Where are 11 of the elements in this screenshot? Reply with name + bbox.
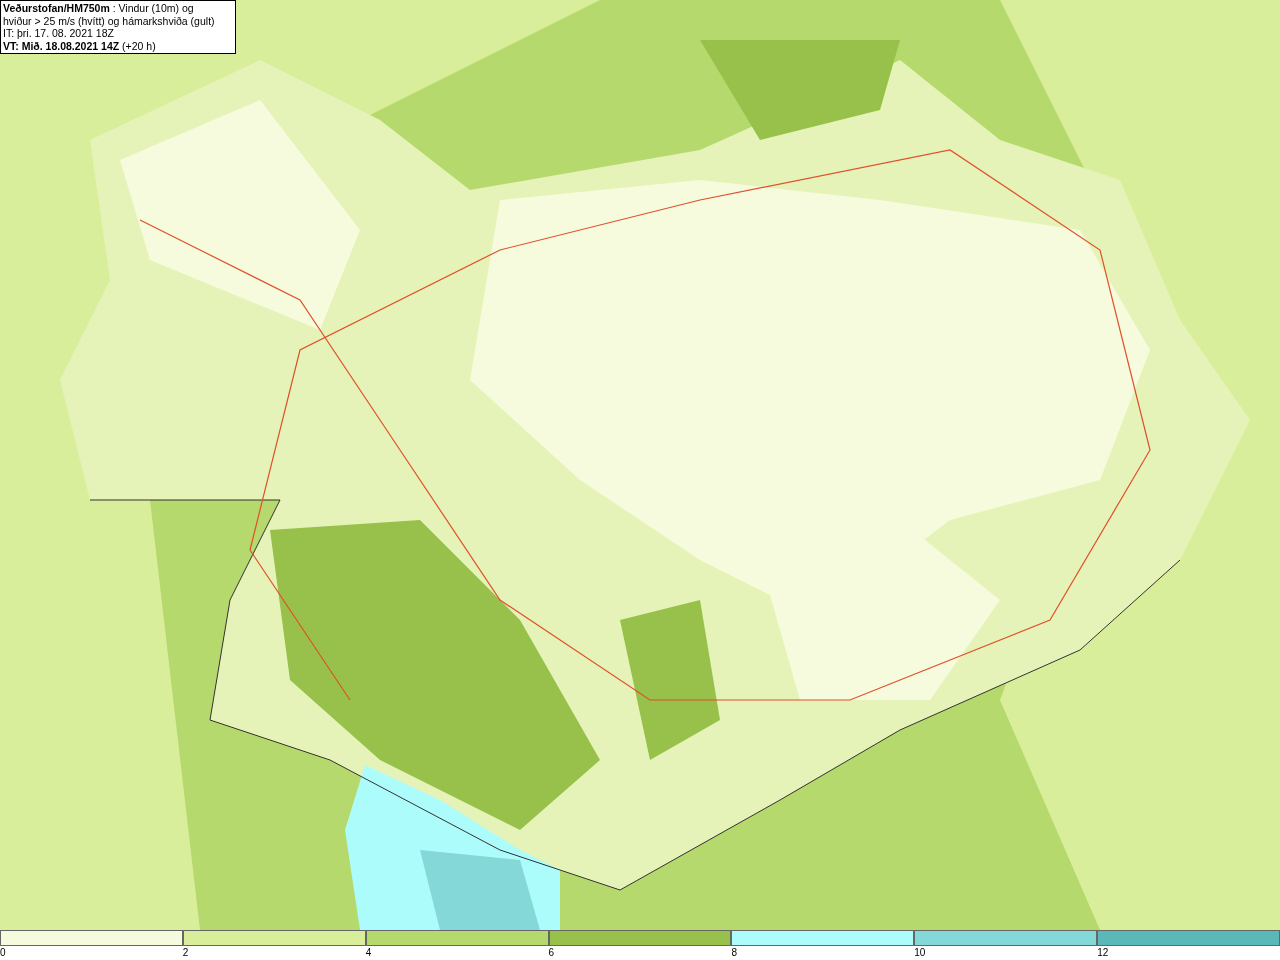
legend-tick-label: 8 [731, 946, 737, 959]
legend-tick-label: 10 [914, 946, 926, 959]
legend-tick-label: 4 [365, 946, 372, 959]
legend-tick-label: 6 [548, 946, 555, 959]
title-line: IT: þri. 17. 08. 2021 18Z [3, 27, 115, 40]
title-line: hviður > 25 m/s (hvítt) og hámarkshviða (gult) [3, 14, 216, 27]
legend-tick-label: 12 [1097, 946, 1109, 959]
legend-tick-label: 2 [182, 946, 189, 959]
title-line: Veðurstofan/HM750m : Vindur (10m) og [3, 2, 195, 15]
title-line: VT: Mið. 18.08.2021 14Z (+20 h) [3, 39, 157, 52]
legend-tick-label: 0 [0, 946, 6, 959]
